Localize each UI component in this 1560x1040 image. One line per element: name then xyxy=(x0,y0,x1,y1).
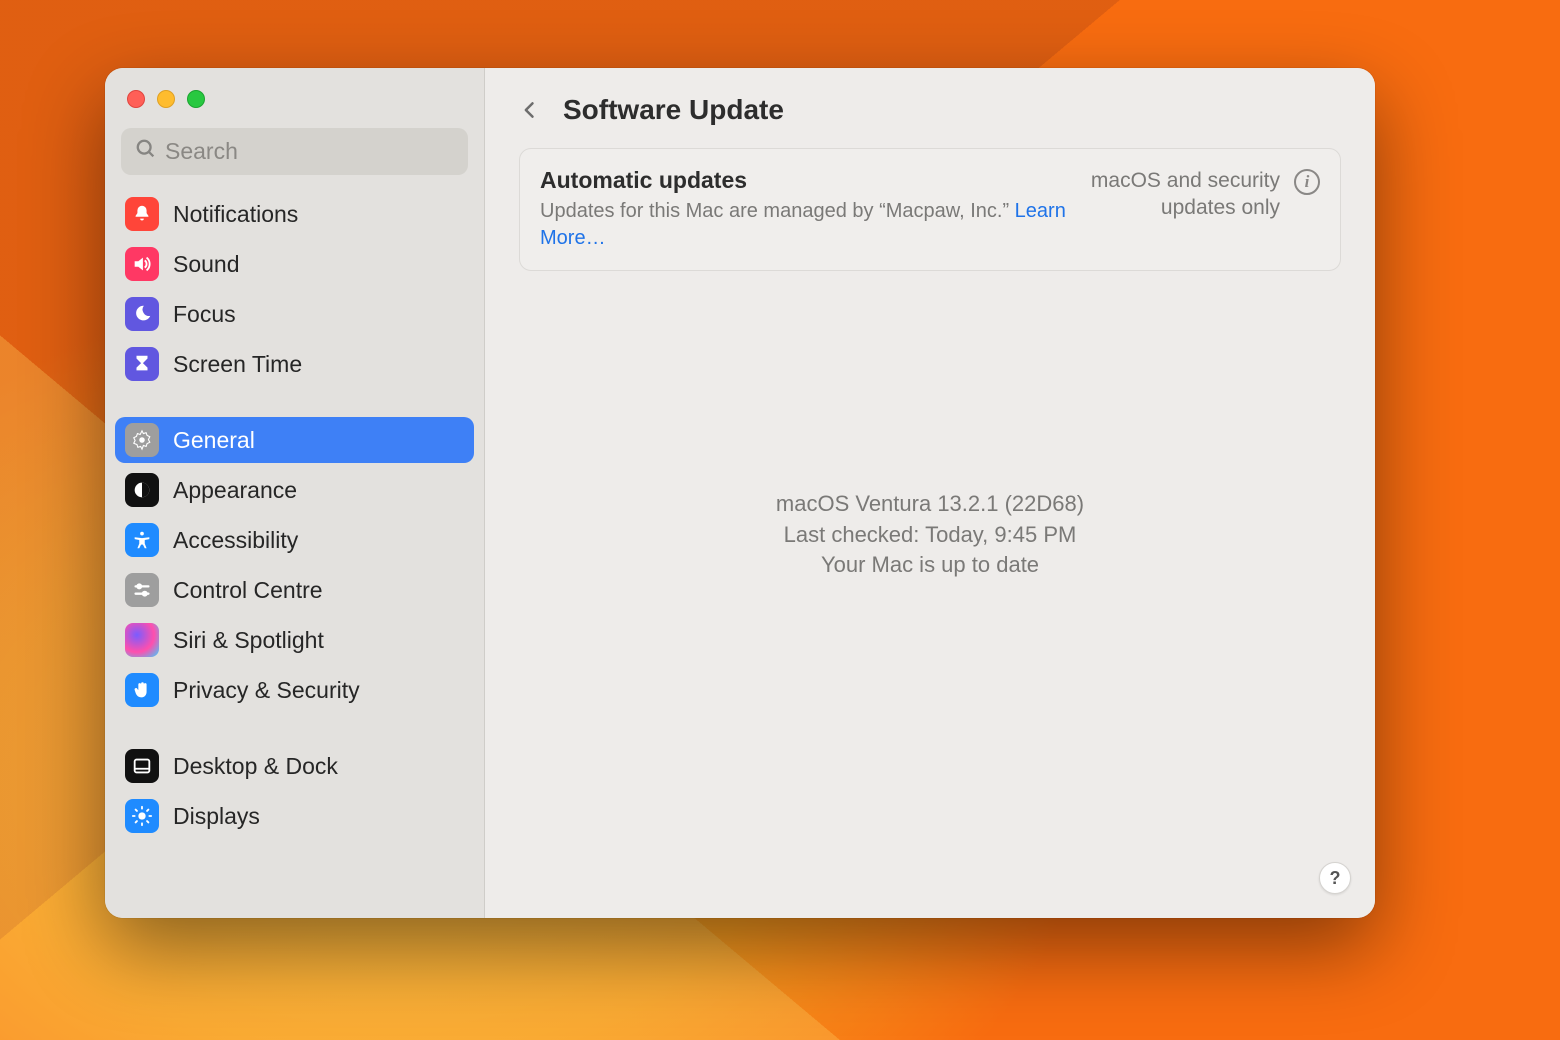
sidebar-item-privacy-security[interactable]: Privacy & Security xyxy=(115,667,474,713)
card-title: Automatic updates xyxy=(540,167,1071,194)
card-description: Updates for this Mac are managed by “Mac… xyxy=(540,198,1071,252)
sidebar-item-displays[interactable]: Displays xyxy=(115,793,474,839)
sidebar-item-appearance[interactable]: Appearance xyxy=(115,467,474,513)
brightness-icon xyxy=(125,799,159,833)
sliders-icon xyxy=(125,573,159,607)
sidebar-item-screen-time[interactable]: Screen Time xyxy=(115,341,474,387)
accessibility-icon xyxy=(125,523,159,557)
settings-window: Notifications Sound Focus Screen Time xyxy=(105,68,1375,918)
minimize-window-button[interactable] xyxy=(157,90,175,108)
update-status: macOS Ventura 13.2.1 (22D68) Last checke… xyxy=(485,271,1375,918)
sidebar-item-general[interactable]: General xyxy=(115,417,474,463)
sidebar-item-label: Focus xyxy=(173,301,236,328)
sidebar-item-label: Screen Time xyxy=(173,351,302,378)
main-panel: Software Update Automatic updates Update… xyxy=(485,68,1375,918)
sidebar-item-label: Desktop & Dock xyxy=(173,753,338,780)
sidebar-nav: Notifications Sound Focus Screen Time xyxy=(105,187,484,918)
header: Software Update xyxy=(485,68,1375,144)
zoom-window-button[interactable] xyxy=(187,90,205,108)
sidebar-item-notifications[interactable]: Notifications xyxy=(115,191,474,237)
siri-icon xyxy=(125,623,159,657)
sidebar-item-label: Appearance xyxy=(173,477,297,504)
sidebar-item-desktop-dock[interactable]: Desktop & Dock xyxy=(115,743,474,789)
dock-icon xyxy=(125,749,159,783)
updates-scope-text: macOS and security updates only xyxy=(1091,167,1280,222)
search-icon xyxy=(135,138,157,165)
gear-icon xyxy=(125,423,159,457)
speaker-icon xyxy=(125,247,159,281)
sidebar: Notifications Sound Focus Screen Time xyxy=(105,68,485,918)
close-window-button[interactable] xyxy=(127,90,145,108)
hourglass-icon xyxy=(125,347,159,381)
sidebar-item-label: Sound xyxy=(173,251,240,278)
up-to-date-text: Your Mac is up to date xyxy=(821,550,1039,580)
sidebar-item-sound[interactable]: Sound xyxy=(115,241,474,287)
automatic-updates-card: Automatic updates Updates for this Mac a… xyxy=(519,148,1341,271)
moon-icon xyxy=(125,297,159,331)
sidebar-item-label: Privacy & Security xyxy=(173,677,360,704)
hand-icon xyxy=(125,673,159,707)
appearance-icon xyxy=(125,473,159,507)
search-input[interactable] xyxy=(165,138,454,165)
sidebar-item-label: General xyxy=(173,427,255,454)
last-checked-text: Last checked: Today, 9:45 PM xyxy=(784,520,1077,550)
sidebar-item-label: Notifications xyxy=(173,201,298,228)
sidebar-item-label: Control Centre xyxy=(173,577,323,604)
back-button[interactable] xyxy=(515,95,545,125)
macos-version-text: macOS Ventura 13.2.1 (22D68) xyxy=(776,489,1084,519)
sidebar-item-label: Siri & Spotlight xyxy=(173,627,324,654)
page-title: Software Update xyxy=(563,94,784,126)
sidebar-item-control-centre[interactable]: Control Centre xyxy=(115,567,474,613)
help-button[interactable]: ? xyxy=(1319,862,1351,894)
search-field[interactable] xyxy=(121,128,468,175)
sidebar-item-focus[interactable]: Focus xyxy=(115,291,474,337)
sidebar-item-siri-spotlight[interactable]: Siri & Spotlight xyxy=(115,617,474,663)
sidebar-item-accessibility[interactable]: Accessibility xyxy=(115,517,474,563)
bell-icon xyxy=(125,197,159,231)
window-controls xyxy=(105,68,484,120)
info-icon[interactable]: i xyxy=(1294,169,1320,195)
sidebar-item-label: Accessibility xyxy=(173,527,298,554)
sidebar-item-label: Displays xyxy=(173,803,260,830)
